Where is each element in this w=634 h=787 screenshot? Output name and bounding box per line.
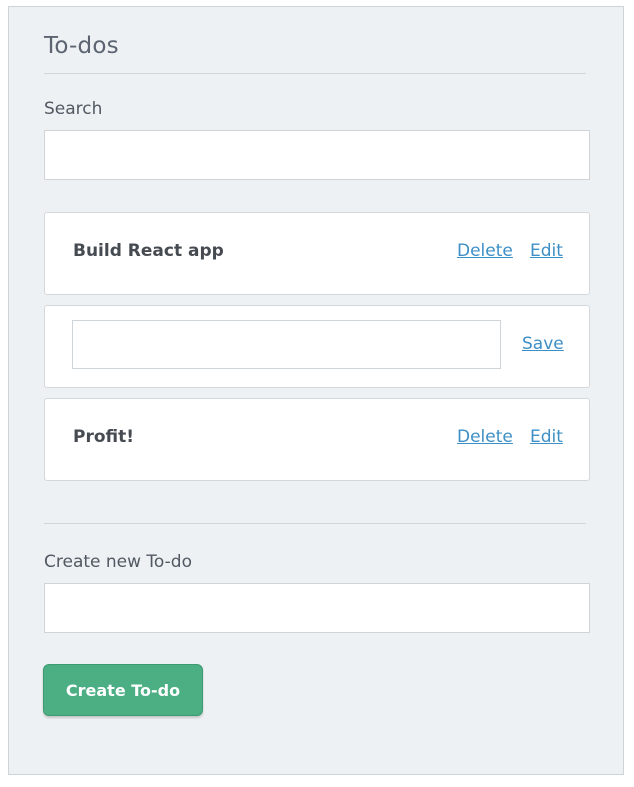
- edit-link[interactable]: Edit: [530, 241, 563, 261]
- page-title: To-dos: [44, 33, 119, 59]
- delete-link[interactable]: Delete: [457, 427, 513, 447]
- todo-edit-input[interactable]: [72, 320, 501, 369]
- todo-text: Profit!: [73, 427, 135, 447]
- create-todo-button[interactable]: Create To-do: [43, 664, 203, 716]
- todos-panel: To-dos Search Build React app Delete Edi…: [8, 6, 624, 775]
- todo-item: Profit! Delete Edit: [44, 398, 590, 481]
- create-label: Create new To-do: [44, 552, 192, 572]
- section-divider: [44, 523, 586, 524]
- delete-link[interactable]: Delete: [457, 241, 513, 261]
- title-divider: [44, 73, 586, 74]
- todo-item-editing: Save: [44, 305, 590, 388]
- search-input[interactable]: [44, 130, 590, 180]
- todo-item: Build React app Delete Edit: [44, 212, 590, 295]
- create-todo-input[interactable]: [44, 583, 590, 633]
- todo-text: Build React app: [73, 241, 224, 261]
- save-link[interactable]: Save: [522, 334, 564, 354]
- search-label: Search: [44, 99, 103, 119]
- edit-link[interactable]: Edit: [530, 427, 563, 447]
